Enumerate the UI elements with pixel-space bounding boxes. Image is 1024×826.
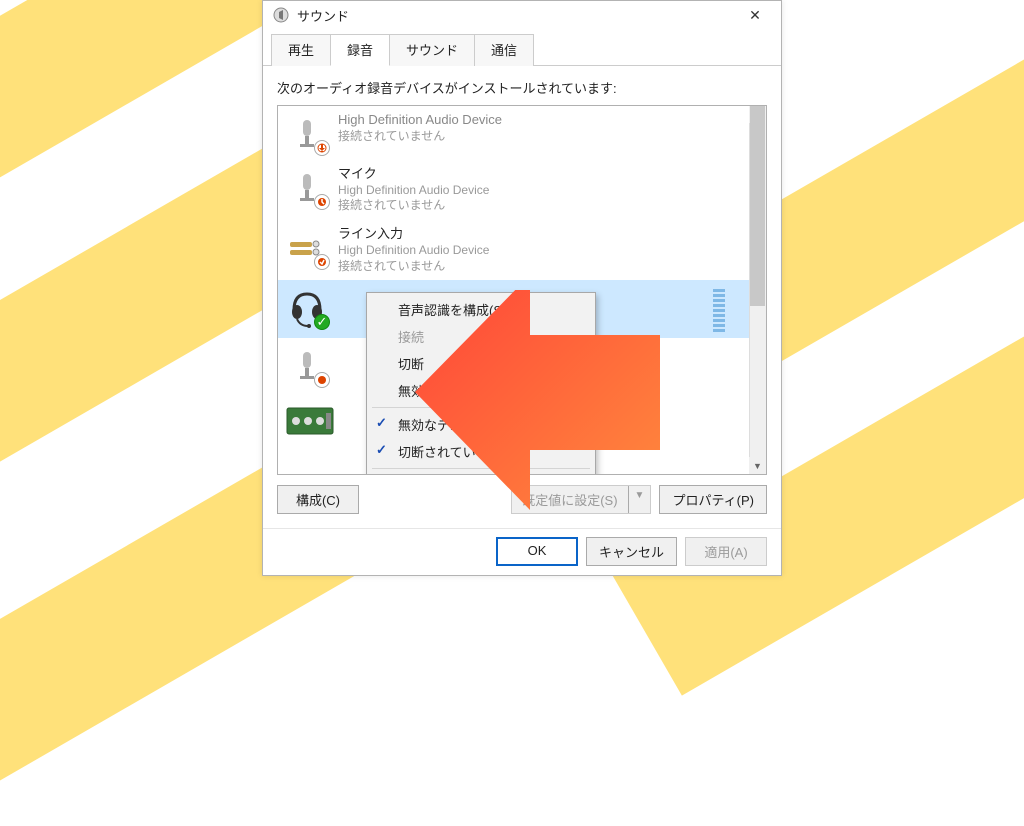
device-name: マイク: [338, 166, 489, 183]
tab-content: 次のオーディオ録音デバイスがインストールされています: High Definit…: [263, 66, 781, 528]
ctx-properties[interactable]: プロパティ(P): [370, 472, 592, 475]
device-desc: High Definition Audio Device: [338, 183, 489, 199]
tab-recording[interactable]: 録音: [330, 34, 390, 66]
chevron-down-icon[interactable]: ▼: [628, 486, 651, 513]
device-list[interactable]: High Definition Audio Device 接続されていません マ…: [277, 105, 767, 475]
bottom-button-row: 構成(C) 既定値に設定(S)▼ プロパティ(P): [277, 475, 767, 520]
titlebar: サウンド ✕: [263, 1, 781, 29]
scrollbar[interactable]: ▲ ▼: [749, 106, 766, 474]
ok-button[interactable]: OK: [496, 537, 578, 566]
cancel-button[interactable]: キャンセル: [586, 537, 677, 566]
sound-dialog: サウンド ✕ 再生 録音 サウンド 通信 次のオーディオ録音デバイスがインストー…: [262, 0, 782, 576]
microphone-icon: [286, 166, 328, 208]
tab-strip: 再生 録音 サウンド 通信: [263, 29, 781, 66]
device-item[interactable]: ライン入力 High Definition Audio Device 接続されて…: [278, 220, 749, 280]
device-item[interactable]: マイク High Definition Audio Device 接続されていま…: [278, 160, 749, 220]
headset-icon: ✓: [286, 286, 328, 328]
device-status: 接続されていません: [338, 259, 489, 275]
ctx-disable[interactable]: 無効化: [370, 377, 592, 404]
properties-button[interactable]: プロパティ(P): [659, 485, 767, 514]
microphone-icon: [286, 112, 328, 154]
tab-playback[interactable]: 再生: [271, 34, 331, 66]
sound-icon: [273, 7, 289, 23]
tab-communications[interactable]: 通信: [474, 34, 534, 66]
device-item[interactable]: High Definition Audio Device 接続されていません: [278, 106, 749, 160]
status-badge-disconnected: [314, 140, 330, 156]
device-name: ライン入力: [338, 226, 489, 243]
apply-button: 適用(A): [685, 537, 767, 566]
configure-button[interactable]: 構成(C): [277, 485, 359, 514]
tab-sounds[interactable]: サウンド: [389, 34, 475, 66]
device-name: High Definition Audio Device: [338, 112, 502, 129]
line-in-icon: [286, 226, 328, 268]
instruction-text: 次のオーディオ録音デバイスがインストールされています:: [277, 78, 767, 97]
audio-board-icon: [286, 400, 334, 442]
context-menu: 音声認識を構成(S) 接続 切断 無効化 ✓無効なデバイス ✓切断されている プ…: [366, 292, 596, 475]
scroll-thumb[interactable]: [750, 106, 765, 306]
ctx-show-disconnected[interactable]: ✓切断されている: [370, 438, 592, 465]
level-meter: [713, 286, 725, 332]
status-badge-disconnected: [314, 194, 330, 210]
ctx-connect: 接続: [370, 323, 592, 350]
ctx-configure-speech[interactable]: 音声認識を構成(S): [370, 296, 592, 323]
status-badge-disconnected: [314, 372, 330, 388]
device-status: 接続されていません: [338, 129, 502, 145]
status-badge-disconnected: [314, 254, 330, 270]
device-status: 接続されていません: [338, 198, 489, 214]
dialog-footer: OK キャンセル 適用(A): [263, 528, 781, 578]
set-default-button[interactable]: 既定値に設定(S)▼: [511, 485, 651, 514]
ctx-disconnect[interactable]: 切断: [370, 350, 592, 377]
ctx-separator: [372, 407, 590, 408]
ctx-separator: [372, 468, 590, 469]
check-icon: ✓: [376, 415, 387, 431]
close-button[interactable]: ✕: [735, 1, 775, 29]
check-icon: ✓: [376, 442, 387, 458]
scroll-down-icon[interactable]: ▼: [749, 457, 766, 474]
device-desc: High Definition Audio Device: [338, 243, 489, 259]
microphone-icon: [286, 344, 328, 386]
window-title: サウンド: [297, 6, 735, 25]
ctx-show-disabled[interactable]: ✓無効なデバイス: [370, 411, 592, 438]
